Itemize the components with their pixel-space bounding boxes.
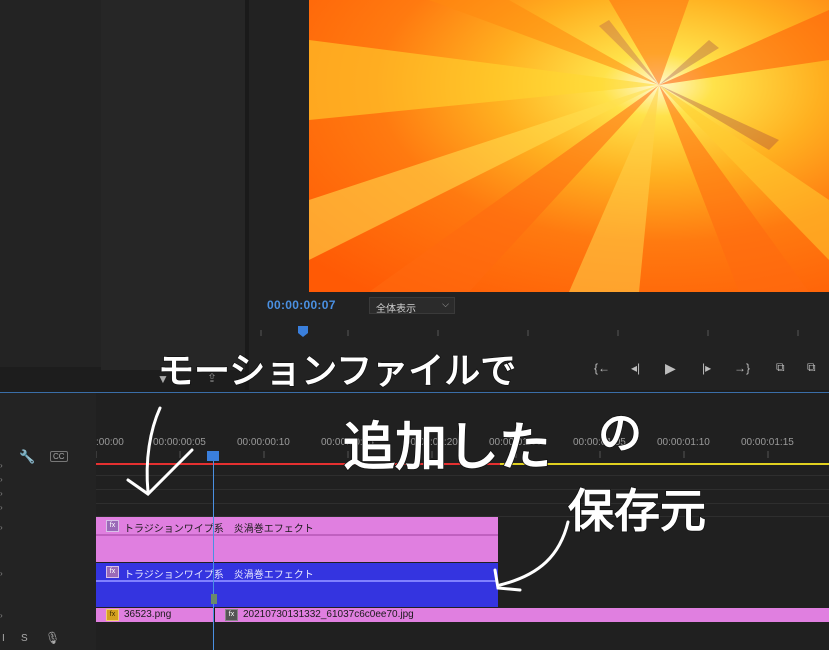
expand-arrow-icon[interactable]: › bbox=[0, 475, 3, 484]
render-bar-red bbox=[96, 463, 500, 465]
source-panel bbox=[101, 0, 245, 370]
program-video-frame bbox=[309, 0, 829, 292]
expand-arrow-icon[interactable]: › bbox=[0, 569, 3, 578]
track-headers: 🔧 CC › › › › › › › I S 🎙 bbox=[0, 393, 96, 650]
clip-title: トラジションワイプ系 炎渦巻エフェクト bbox=[124, 570, 314, 581]
expand-arrow-icon[interactable]: › bbox=[0, 461, 3, 470]
track-lock-toggle[interactable]: I bbox=[2, 633, 5, 644]
fire-burst-image bbox=[309, 0, 829, 292]
monitor-time-ruler[interactable] bbox=[258, 316, 829, 340]
filter-icon[interactable]: ▼ bbox=[157, 372, 169, 386]
clip-opacity-band bbox=[96, 534, 498, 536]
expand-arrow-icon[interactable]: › bbox=[0, 611, 3, 620]
clip-opacity-band bbox=[96, 580, 498, 582]
timeline-playhead-line[interactable] bbox=[213, 455, 214, 650]
go-to-in-icon[interactable]: {← bbox=[594, 361, 610, 375]
ruler-ticks bbox=[96, 451, 769, 458]
timeline-clip-png[interactable]: fx 36523.png bbox=[96, 608, 213, 622]
lift-icon[interactable]: ⧉ bbox=[776, 360, 785, 375]
zoom-fit-select[interactable]: 全体表示 ⌵ bbox=[369, 297, 455, 315]
clip-title: トラジションワイプ系 炎渦巻エフェクト bbox=[124, 524, 314, 535]
playhead-timecode[interactable]: 00:00:00:07 bbox=[267, 298, 336, 312]
keyframe-marker[interactable] bbox=[211, 594, 217, 604]
clip-title: 20210730131332_61037c6c0ee70.jpg bbox=[243, 609, 414, 620]
wrench-icon[interactable]: 🔧 bbox=[19, 449, 35, 465]
fx-badge-icon: fx bbox=[106, 609, 119, 621]
monitor-playhead-icon[interactable] bbox=[297, 325, 311, 339]
track-divider bbox=[96, 489, 829, 490]
expand-arrow-icon[interactable]: › bbox=[0, 489, 3, 498]
fx-badge-icon: fx bbox=[106, 520, 119, 532]
fx-badge-icon: fx bbox=[106, 566, 119, 578]
clip-title: 36523.png bbox=[124, 609, 172, 620]
track-divider bbox=[96, 475, 829, 476]
step-forward-icon[interactable]: |▸ bbox=[702, 361, 711, 375]
project-panel bbox=[0, 0, 101, 367]
expand-arrow-icon[interactable]: › bbox=[0, 503, 3, 512]
transport-controls: {← ◂| ▶ |▸ →} ⧉ ⧉ bbox=[249, 352, 829, 384]
solo-button[interactable]: S bbox=[21, 633, 28, 644]
timeline-clip-v1-selected[interactable]: fx トラジションワイプ系 炎渦巻エフェクト bbox=[96, 563, 498, 607]
step-back-icon[interactable]: ◂| bbox=[631, 361, 640, 375]
extract-icon[interactable]: ⧉ bbox=[807, 360, 816, 375]
play-icon[interactable]: ▶ bbox=[665, 360, 676, 377]
go-to-out-icon[interactable]: →} bbox=[734, 361, 750, 375]
captions-icon[interactable]: CC bbox=[50, 451, 68, 462]
fx-badge-icon: fx bbox=[225, 609, 238, 621]
zoom-fit-value: 全体表示 bbox=[376, 304, 416, 315]
timeline-clip-jpg[interactable]: fx 20210730131332_61037c6c0ee70.jpg bbox=[215, 608, 829, 622]
chevron-down-icon: ⌵ bbox=[442, 299, 449, 309]
track-divider bbox=[96, 503, 829, 504]
export-frame-icon[interactable]: ⇪ bbox=[207, 371, 217, 385]
timeline-playhead-handle[interactable] bbox=[207, 451, 219, 461]
microphone-icon[interactable]: 🎙 bbox=[45, 631, 60, 645]
render-bar-yellow bbox=[500, 463, 829, 465]
timeline-ruler[interactable]: :00:00 00:00:00:05 00:00:00:10 00:00:00:… bbox=[96, 430, 829, 462]
expand-arrow-icon[interactable]: › bbox=[0, 523, 3, 532]
timeline-clip-v2[interactable]: fx トラジションワイプ系 炎渦巻エフェクト bbox=[96, 517, 498, 562]
